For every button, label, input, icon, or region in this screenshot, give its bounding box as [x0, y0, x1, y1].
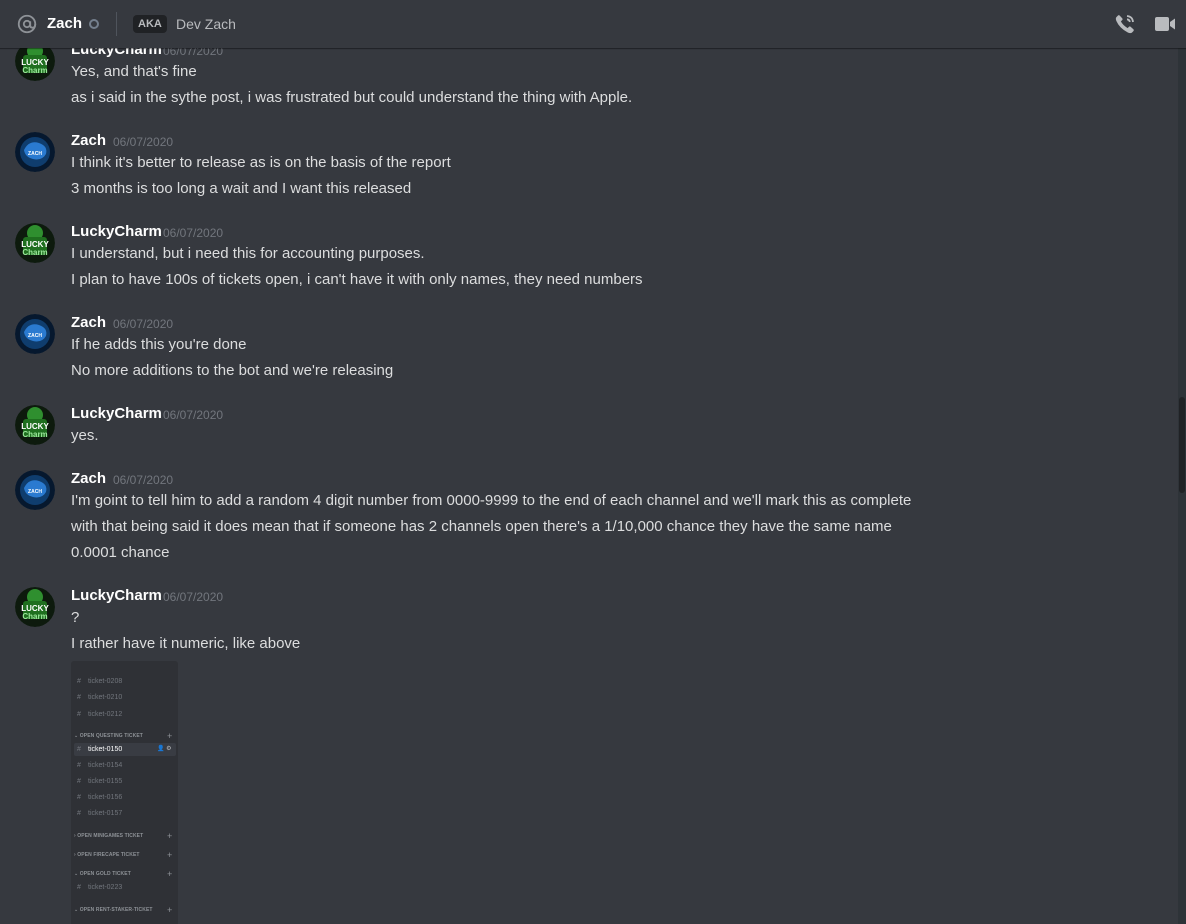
message-timestamp: 06/07/2020 [163, 590, 224, 604]
attachment-channel-item: # ticket-0208 [77, 678, 123, 685]
aka-badge: AKA [133, 15, 167, 33]
message-timestamp: 06/07/2020 [113, 473, 174, 487]
zach-avatar[interactable]: ZACH [15, 470, 55, 510]
zach-avatar[interactable]: ZACH [15, 314, 55, 354]
attachment-category: ⌄ OPEN QUESTING TICKET [74, 733, 143, 739]
attachment-category: › OPEN FIRECAPE TICKET [74, 852, 140, 858]
message-author[interactable]: LuckyCharm [71, 222, 162, 242]
attachment-channel-item: # ticket-0210 [77, 694, 123, 701]
luckycharm-avatar[interactable]: LUCKY Charm [15, 223, 55, 263]
zach-avatar[interactable]: ZACH [15, 132, 55, 172]
attachment-add-icon: + [167, 731, 173, 741]
message-author[interactable]: Zach [71, 131, 106, 151]
attachment-category: ⌄ OPEN RENT-STAKER-TICKET [74, 907, 153, 913]
svg-text:ZACH: ZACH [28, 489, 42, 495]
message-author[interactable]: Zach [71, 313, 106, 333]
attachment-channel-item: # ticket-0157 [77, 810, 123, 817]
svg-text:Charm: Charm [22, 612, 47, 621]
message-author[interactable]: LuckyCharm [71, 404, 162, 424]
message-timestamp: 06/07/2020 [113, 317, 174, 331]
aka-nickname: Dev Zach [176, 16, 236, 32]
message-content: 0.0001 chance [71, 544, 170, 561]
message-content: No more additions to the bot and we're r… [71, 362, 394, 379]
offline-status-icon [89, 19, 99, 29]
message-content: Yes, and that's fine [71, 63, 197, 80]
attachment-add-icon: + [167, 869, 173, 879]
attachment-add-icon: + [167, 831, 173, 841]
message-content: ? [71, 609, 80, 626]
attachment-channel-item: # ticket-0156 [77, 794, 123, 801]
attachment-category: › OPEN MINIGAMES TICKET [74, 833, 144, 839]
channel-header: Zach AKA Dev Zach [0, 0, 1186, 48]
svg-text:ZACH: ZACH [28, 151, 42, 157]
svg-text:Charm: Charm [22, 430, 47, 439]
message-content: with that being said it does mean that i… [71, 518, 892, 535]
message-content: I plan to have 100s of tickets open, i c… [71, 271, 643, 288]
luckycharm-avatar[interactable]: LUCKY Charm [15, 405, 55, 445]
message-content: If he adds this you're done [71, 336, 247, 353]
message-timestamp: 06/07/2020 [113, 135, 174, 149]
header-divider [116, 12, 117, 36]
attachment-channel-item: # ticket-0223 [77, 884, 123, 891]
message-author[interactable]: Zach [71, 469, 106, 489]
message-content: I understand, but i need this for accoun… [71, 245, 425, 262]
message-content: I'm goint to tell him to add a random 4 … [71, 492, 912, 509]
attachment-channel-item: # ticket-0212 [77, 711, 123, 718]
attachment-channel-settings-icon: 👤 ⚙ [157, 746, 172, 752]
attachment-channel-item-selected: # ticket-0150 [77, 746, 123, 753]
svg-text:Charm: Charm [22, 248, 47, 257]
start-voice-call-icon[interactable] [1113, 12, 1137, 36]
message-content: yes. [71, 427, 99, 444]
svg-text:Charm: Charm [22, 66, 47, 75]
luckycharm-avatar[interactable]: LUCKY Charm [15, 587, 55, 627]
message-timestamp: 06/07/2020 [163, 408, 224, 422]
message-content: 3 months is too long a wait and I want t… [71, 180, 412, 197]
dm-recipient-name[interactable]: Zach [47, 14, 82, 34]
attachment-category: ⌄ OPEN GOLD TICKET [74, 871, 131, 877]
attachment-channel-item: # ticket-0155 [77, 778, 123, 785]
message-list: LUCKY Charm LuckyCharm 06/07/2020 Yes, a… [0, 0, 1178, 924]
message-timestamp: 06/07/2020 [163, 226, 224, 240]
svg-text:ZACH: ZACH [28, 333, 42, 339]
start-video-call-icon[interactable] [1153, 12, 1177, 36]
message-content: I think it's better to release as is on … [71, 154, 451, 171]
message-content: as i said in the sythe post, i was frust… [71, 89, 633, 106]
message-author[interactable]: LuckyCharm [71, 586, 162, 606]
message-content: I rather have it numeric, like above [71, 635, 301, 652]
image-attachment[interactable]: # ticket-0208 # ticket-0210 # ticket-0212 ⌄… [71, 661, 178, 924]
attachment-add-icon: + [167, 850, 173, 860]
attachment-channel-item: # ticket-0154 [77, 762, 123, 769]
attachment-add-icon: + [167, 905, 173, 915]
scrollbar-thumb[interactable] [1179, 397, 1185, 493]
at-sign-icon [17, 14, 37, 34]
